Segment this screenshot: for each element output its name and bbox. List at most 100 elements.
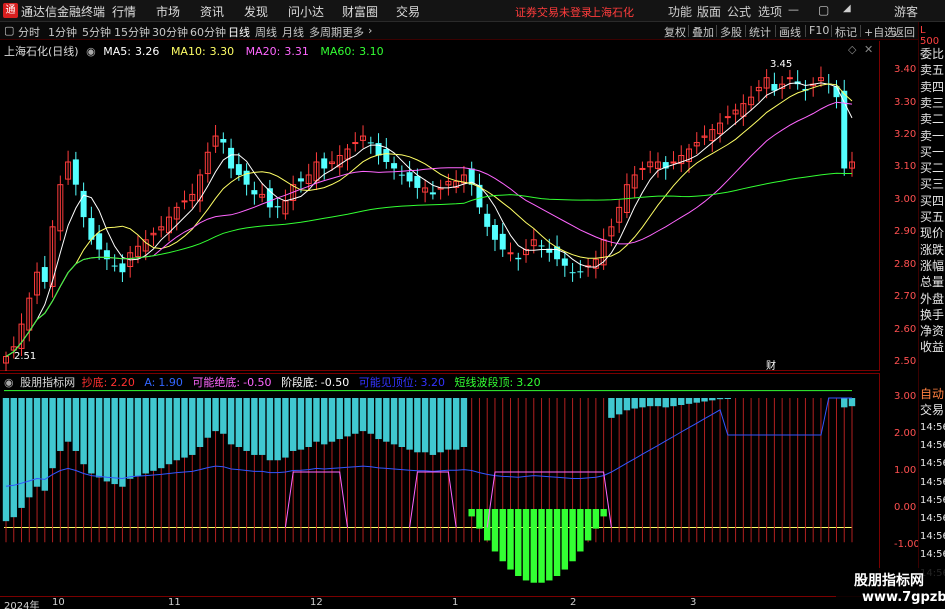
maximize-icon[interactable]: ▢ xyxy=(818,3,829,17)
indicator-cyan-bar xyxy=(693,398,700,403)
menu-jiaoyi[interactable]: 交易 xyxy=(396,3,420,20)
indicator-cyan-bar xyxy=(282,398,289,458)
candle-body-up xyxy=(181,200,188,203)
indicator-cyan-bar xyxy=(848,398,856,407)
period-fenshi[interactable]: 分时 xyxy=(18,24,40,40)
tool-huaxian[interactable]: 画线 xyxy=(779,24,801,40)
ind-jieduandi: 阶段底: -0.50 xyxy=(281,376,350,389)
indicator-cyan-bar xyxy=(421,398,429,453)
indicator-tick: 1.00 xyxy=(894,465,917,476)
quote-item: 外盘 xyxy=(920,291,945,306)
period-weekly[interactable]: 周线 xyxy=(255,24,277,40)
quote-item: 卖一 xyxy=(920,128,945,143)
tool-duogu[interactable]: 多股 xyxy=(720,24,742,40)
menu-wenxiaoda[interactable]: 问小达 xyxy=(288,3,324,20)
more-chevron-icon[interactable]: › xyxy=(368,24,372,37)
ind-kenengjianding: 可能见顶位: 3.20 xyxy=(358,376,445,389)
menu-banmian[interactable]: 版面 xyxy=(697,3,721,20)
ind-a: A: 1.90 xyxy=(144,376,183,389)
menu-faxian[interactable]: 发现 xyxy=(244,3,268,20)
indicator-cyan-bar xyxy=(64,398,72,442)
period-5min[interactable]: 5分钟 xyxy=(82,24,111,40)
ma10-line xyxy=(5,83,853,357)
kline-panel[interactable]: 3.45 2.51 财 上海石化(日线) ◉ MA5: 3.26 MA10: 3.30 … xyxy=(0,41,880,371)
menu-gongshi[interactable]: 公式 xyxy=(727,3,751,20)
indicator-panel[interactable]: ◉ 股朋指标网 抄底: 2.20 A: 1.90 可能绝底: -0.50 阶段底: -0… xyxy=(0,373,880,596)
tool-f10[interactable]: F10 xyxy=(809,24,829,37)
menu-xuanxiang[interactable]: 选项 xyxy=(758,3,782,20)
menu-zixun[interactable]: 资讯 xyxy=(200,3,224,20)
quote-item: 收益 xyxy=(920,340,945,355)
indicator-cyan-bar xyxy=(305,398,312,447)
indicator-cyan-bar xyxy=(165,398,173,465)
menu-gongneng[interactable]: 功能 xyxy=(668,3,692,20)
quote-item: 14:56 xyxy=(920,458,945,470)
indicator-cyan-bar xyxy=(80,398,87,465)
tool-diejia[interactable]: 叠加 xyxy=(692,24,714,40)
price-tick: 3.40 xyxy=(894,64,917,76)
event-marker: 财 xyxy=(766,359,776,371)
indicator-cyan-bar xyxy=(18,398,25,508)
date-jan: 1 xyxy=(452,597,459,608)
indicator-cyan-bar xyxy=(196,398,204,447)
indicator-cyan-bar xyxy=(406,398,413,450)
indicator-green-bar xyxy=(546,509,553,581)
indicator-cyan-bar xyxy=(274,398,281,461)
menu-shichang[interactable]: 市场 xyxy=(156,3,180,20)
kline-chart[interactable]: 3.45 2.51 财 xyxy=(0,41,880,371)
quote-item: 卖三 xyxy=(920,95,945,110)
quote-panel: L 500 委比 卖五 卖四 卖三 卖二 卖一 买一 买二 买三 买四 买五 现价 涨跌 涨幅 总量 外盘 换手… xyxy=(918,22,945,609)
period-30min[interactable]: 30分钟 xyxy=(152,24,188,40)
period-more[interactable]: 更多 xyxy=(342,24,364,40)
indicator-cyan-bar xyxy=(134,398,142,477)
candle-body-up xyxy=(352,142,359,145)
indicator-cyan-bar xyxy=(49,398,56,469)
period-toolbar: ▢ 分时 1分钟 5分钟 15分钟 30分钟 60分钟 日线 周线 月线 多周期… xyxy=(0,22,945,40)
indicator-cyan-bar xyxy=(88,398,95,474)
indicator-legend: ◉ 股朋指标网 抄底: 2.20 A: 1.90 可能绝底: -0.50 阶段底: -0… xyxy=(4,374,547,390)
login-status[interactable]: 证券交易未登录 xyxy=(515,4,592,20)
quote-item[interactable]: 自动 xyxy=(920,386,944,402)
quote-item: 换手 xyxy=(920,307,945,322)
period-1min[interactable]: 1分钟 xyxy=(48,24,77,40)
legend-toggle-icon[interactable]: ◉ xyxy=(86,45,96,58)
period-daily[interactable]: 日线 xyxy=(228,24,250,40)
minimize-icon[interactable]: — xyxy=(788,3,799,16)
indicator-cyan-bar xyxy=(344,398,351,437)
indicator-cyan-bar xyxy=(235,398,243,447)
toolbar-checkbox-icon[interactable]: ▢ xyxy=(4,24,14,37)
toolbar-divider xyxy=(831,25,832,37)
quote-item: 涨幅 xyxy=(920,258,945,273)
indicator-toggle-icon[interactable]: ◉ xyxy=(4,376,14,389)
quote-item[interactable]: 交易 xyxy=(920,402,944,418)
menu-hangqing[interactable]: 行情 xyxy=(112,3,136,20)
panel-close-icon[interactable]: ✕ xyxy=(864,43,873,56)
indicator-green-bar xyxy=(569,509,576,562)
price-tick: 3.30 xyxy=(894,96,917,108)
tool-tongji[interactable]: 统计 xyxy=(749,24,771,40)
indicator-chart[interactable] xyxy=(0,373,880,596)
quote-item: 卖二 xyxy=(920,112,945,127)
tool-biaoji[interactable]: 标记 xyxy=(835,24,857,40)
candle-body-down xyxy=(398,174,405,176)
period-multi[interactable]: 多周期 xyxy=(309,24,342,40)
candle-body-down xyxy=(538,245,545,247)
indicator-cyan-bar xyxy=(701,398,708,402)
expand-icon[interactable]: ◢ xyxy=(843,3,851,14)
diamond-icon[interactable]: ◇ xyxy=(848,43,856,56)
indicator-cyan-bar xyxy=(670,398,677,407)
indicator-cyan-bar xyxy=(57,398,64,451)
quote-item: 卖四 xyxy=(920,79,945,94)
menu-caifuquan[interactable]: 财富圈 xyxy=(342,3,378,20)
quote-item: 14:56 xyxy=(920,476,945,488)
tool-back[interactable]: 返回 xyxy=(893,24,915,40)
candle-body-down xyxy=(429,192,436,195)
candle-body-down xyxy=(367,142,374,144)
indicator-cyan-bar xyxy=(33,398,41,487)
period-15min[interactable]: 15分钟 xyxy=(114,24,150,40)
period-monthly[interactable]: 月线 xyxy=(282,24,304,40)
tool-fuquan[interactable]: 复权 xyxy=(664,24,686,40)
tool-add-favorite[interactable]: +自选 xyxy=(864,24,895,40)
period-60min[interactable]: 60分钟 xyxy=(190,24,226,40)
menu-youke[interactable]: 游客 xyxy=(894,3,918,20)
